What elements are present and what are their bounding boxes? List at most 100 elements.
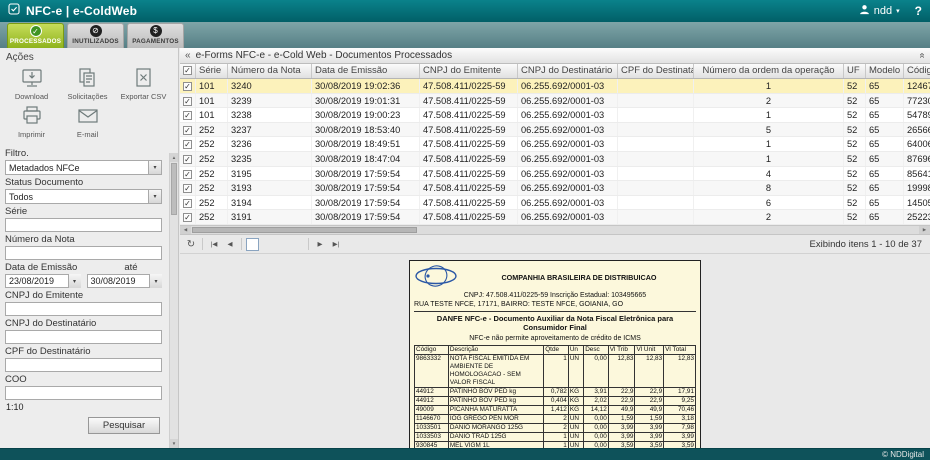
cell-cnpj-emitente: 47.508.411/0225-59 bbox=[420, 108, 518, 122]
column-header-cnpj-destinatario[interactable]: CNPJ do Destinatário bbox=[518, 64, 618, 78]
cell-modelo: 65 bbox=[866, 94, 904, 108]
page-number[interactable] bbox=[291, 238, 304, 251]
refresh-button[interactable]: ↻ bbox=[184, 237, 198, 251]
row-checkbox[interactable]: ✓ bbox=[180, 210, 196, 224]
cnpj-emitente-input[interactable] bbox=[5, 302, 162, 316]
check-icon: ✓ bbox=[183, 170, 192, 179]
scroll-up-icon[interactable]: ▲ bbox=[170, 153, 178, 162]
row-checkbox[interactable]: ✓ bbox=[180, 123, 196, 137]
cell-data-emissao: 30/08/2019 17:59:54 bbox=[312, 181, 420, 195]
table-row[interactable]: ✓ 252 3191 30/08/2019 17:59:54 47.508.41… bbox=[180, 210, 930, 225]
solicitacoes-button[interactable]: Solicitações bbox=[63, 67, 112, 101]
cell-cnpj-destinatario: 06.255.692/0001-03 bbox=[518, 167, 618, 181]
scrollbar-thumb[interactable] bbox=[192, 227, 417, 233]
email-button[interactable]: E-mail bbox=[63, 105, 112, 139]
sidebar-scrollbar[interactable]: ▲ ▼ bbox=[169, 153, 178, 448]
row-checkbox[interactable]: ✓ bbox=[180, 79, 196, 93]
scroll-left-icon[interactable]: ◀ bbox=[180, 226, 191, 234]
column-header-uf[interactable]: UF bbox=[844, 64, 866, 78]
collapse-sidebar-icon[interactable]: « bbox=[185, 50, 191, 61]
scroll-right-icon[interactable]: ▶ bbox=[919, 226, 930, 234]
table-row[interactable]: ✓ 252 3235 30/08/2019 18:47:04 47.508.41… bbox=[180, 152, 930, 167]
cpf-destinatario-input[interactable] bbox=[5, 358, 162, 372]
table-row[interactable]: ✓ 101 3240 30/08/2019 19:02:36 47.508.41… bbox=[180, 79, 930, 94]
cell-modelo: 65 bbox=[866, 108, 904, 122]
row-checkbox[interactable]: ✓ bbox=[180, 108, 196, 122]
table-row[interactable]: ✓ 101 3239 30/08/2019 19:01:31 47.508.41… bbox=[180, 94, 930, 109]
imprimir-button[interactable]: Imprimir bbox=[7, 105, 56, 139]
scrollbar-thumb[interactable] bbox=[171, 163, 177, 215]
table-row[interactable]: ✓ 252 3195 30/08/2019 17:59:54 47.508.41… bbox=[180, 167, 930, 182]
collapse-panel-icon[interactable]: « bbox=[917, 53, 928, 59]
chevron-down-icon[interactable]: ▾ bbox=[68, 274, 81, 288]
horizontal-scrollbar[interactable]: ◀ ▶ bbox=[180, 225, 930, 235]
item-codigo: 9863332 bbox=[415, 354, 449, 387]
tab-label: INUTILIZADOS bbox=[72, 38, 118, 45]
next-page-button[interactable]: ▶ bbox=[313, 237, 327, 251]
cell-cnpj-destinatario: 06.255.692/0001-03 bbox=[518, 123, 618, 137]
tab-pagamentos[interactable]: $ PAGAMENTOS bbox=[127, 23, 184, 48]
cnpj-destinatario-input[interactable] bbox=[5, 330, 162, 344]
danfe-title: DANFE NFC-e - Documento Auxiliar da Nota… bbox=[414, 311, 696, 333]
scrollbar-track[interactable] bbox=[191, 226, 919, 234]
coo-input[interactable] bbox=[5, 386, 162, 400]
tab-processados[interactable]: ✓ PROCESSADOS bbox=[7, 23, 64, 48]
column-header-data-emissao[interactable]: Data de Emissão bbox=[312, 64, 420, 78]
page-number[interactable] bbox=[261, 238, 274, 251]
cell-numero: 3240 bbox=[228, 79, 312, 93]
prev-page-button[interactable]: ◀ bbox=[223, 237, 237, 251]
first-page-button[interactable]: |◀ bbox=[207, 237, 221, 251]
column-header-ordem[interactable]: Número da ordem da operação bbox=[694, 64, 844, 78]
tab-inutilizados[interactable]: ⊘ INUTILIZADOS bbox=[67, 23, 124, 48]
cell-modelo: 65 bbox=[866, 196, 904, 210]
column-header-modelo[interactable]: Modelo bbox=[866, 64, 904, 78]
cell-data-emissao: 30/08/2019 17:59:54 bbox=[312, 167, 420, 181]
tab-label: PROCESSADOS bbox=[10, 38, 61, 45]
row-checkbox[interactable]: ✓ bbox=[180, 181, 196, 195]
metadata-filter-select[interactable]: Metadados NFCe ▾ bbox=[5, 160, 162, 175]
scroll-down-icon[interactable]: ▼ bbox=[170, 439, 178, 448]
column-header-serie[interactable]: Série bbox=[196, 64, 228, 78]
row-checkbox[interactable]: ✓ bbox=[180, 167, 196, 181]
item-vlunit: 3,59 bbox=[635, 441, 664, 448]
chevron-down-icon[interactable]: ▾ bbox=[149, 274, 162, 288]
table-row[interactable]: ✓ 252 3194 30/08/2019 17:59:54 47.508.41… bbox=[180, 196, 930, 211]
column-header-cnpj-emitente[interactable]: CNPJ do Emitente bbox=[420, 64, 518, 78]
table-row[interactable]: ✓ 252 3193 30/08/2019 17:59:54 47.508.41… bbox=[180, 181, 930, 196]
status-select[interactable]: Todos ▾ bbox=[5, 189, 162, 204]
column-header-numero[interactable]: Número da Nota bbox=[228, 64, 312, 78]
item-descricao: PATINHO BOV PED kg bbox=[448, 396, 543, 405]
page-number[interactable] bbox=[276, 238, 289, 251]
row-checkbox[interactable]: ✓ bbox=[180, 196, 196, 210]
cell-cpf-destinatario bbox=[618, 108, 694, 122]
numero-nota-input[interactable] bbox=[5, 246, 162, 260]
exportar-csv-button[interactable]: Exportar CSV bbox=[119, 67, 168, 101]
download-button[interactable]: Download bbox=[7, 67, 56, 101]
pesquisar-button[interactable]: Pesquisar bbox=[88, 417, 160, 434]
item-codigo: 44912 bbox=[415, 387, 449, 396]
danfe-item-row: 1033501 DANIO MORANGO 125G 2 UN 0,00 3,9… bbox=[415, 423, 696, 432]
row-checkbox[interactable]: ✓ bbox=[180, 137, 196, 151]
column-header-cpf-destinatario[interactable]: CPF do Destinatário bbox=[618, 64, 694, 78]
serie-input[interactable] bbox=[5, 218, 162, 232]
row-checkbox[interactable]: ✓ bbox=[180, 94, 196, 108]
help-button[interactable]: ? bbox=[915, 4, 922, 18]
table-row[interactable]: ✓ 252 3236 30/08/2019 18:49:51 47.508.41… bbox=[180, 137, 930, 152]
column-header-codigo[interactable]: Código bbox=[904, 64, 930, 78]
item-qtde: 0,404 bbox=[544, 396, 569, 405]
page-number[interactable] bbox=[246, 238, 259, 251]
table-row[interactable]: ✓ 252 3237 30/08/2019 18:53:40 47.508.41… bbox=[180, 123, 930, 138]
user-menu[interactable]: ndd ▾ bbox=[859, 4, 900, 18]
item-desc: 0,00 bbox=[584, 414, 609, 423]
ate-label: até bbox=[124, 263, 137, 273]
table-row[interactable]: ✓ 101 3238 30/08/2019 19:00:23 47.508.41… bbox=[180, 108, 930, 123]
item-desc: 14,12 bbox=[584, 405, 609, 414]
cell-cnpj-emitente: 47.508.411/0225-59 bbox=[420, 79, 518, 93]
cell-data-emissao: 30/08/2019 17:59:54 bbox=[312, 210, 420, 224]
cell-data-emissao: 30/08/2019 18:47:04 bbox=[312, 152, 420, 166]
chevron-down-icon: ▾ bbox=[896, 7, 900, 15]
row-checkbox[interactable]: ✓ bbox=[180, 152, 196, 166]
select-all-checkbox[interactable]: ✓ bbox=[180, 64, 196, 78]
last-page-button[interactable]: ▶| bbox=[329, 237, 343, 251]
item-descricao: IOG GREGO PEN MOR bbox=[448, 414, 543, 423]
